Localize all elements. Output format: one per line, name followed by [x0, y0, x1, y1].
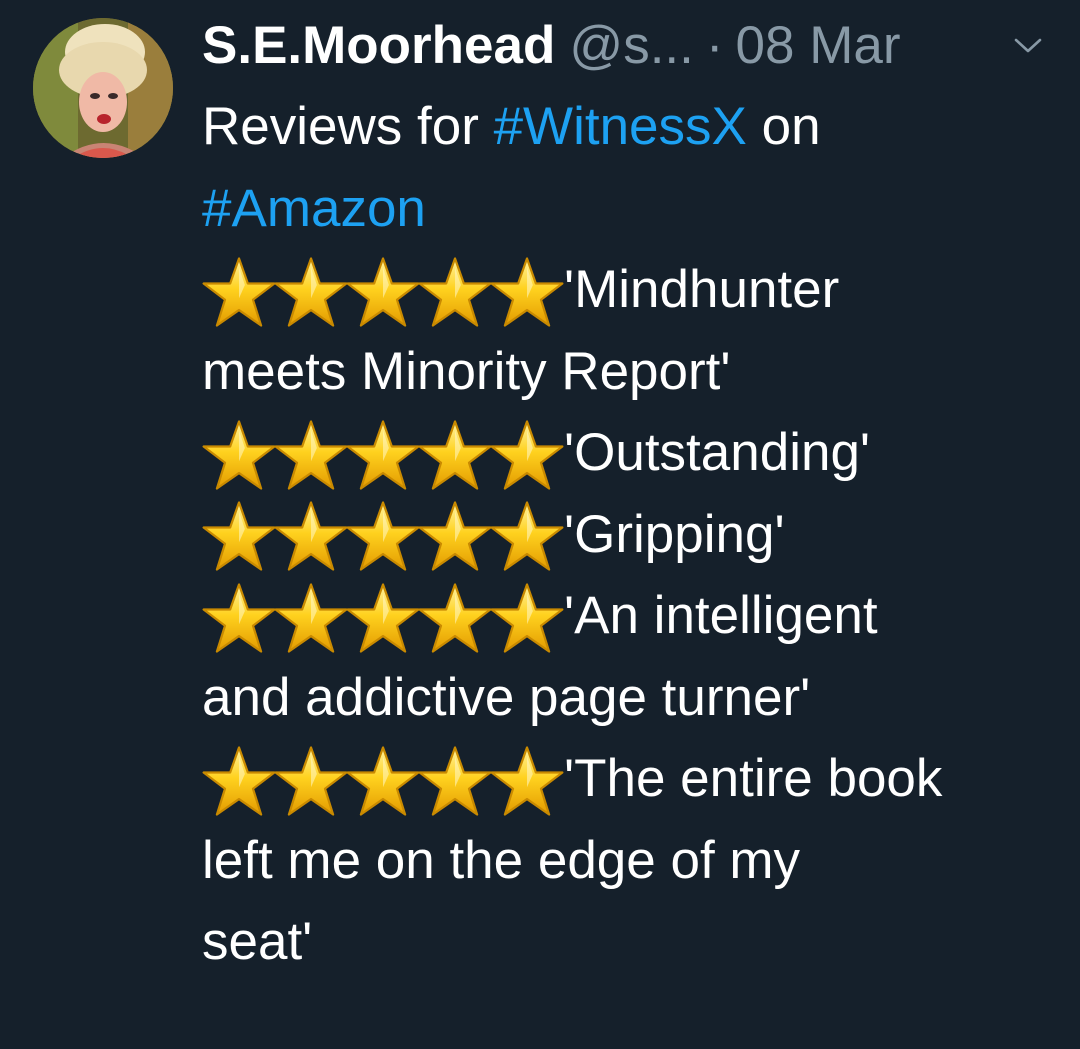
- star-icon: [202, 501, 276, 571]
- review-quote: 'Mindhunter: [564, 260, 840, 319]
- review-quote: 'The entire book: [564, 749, 943, 808]
- review-line: 'Outstanding': [202, 412, 1042, 494]
- star-icon: [346, 583, 420, 653]
- profile-photo-icon: [33, 18, 173, 158]
- star-icon: [274, 257, 348, 327]
- review-line: and addictive page turner': [202, 657, 1042, 739]
- display-name[interactable]: S.E.Moorhead: [202, 14, 555, 78]
- star-icon: [490, 583, 564, 653]
- star-icon: [418, 420, 492, 490]
- star-icon: [202, 746, 276, 816]
- review-quote: left me on the edge of my: [202, 830, 801, 890]
- star-icon: [274, 420, 348, 490]
- star-rating: [202, 257, 562, 327]
- tweet[interactable]: S.E.Moorhead @s... · 08 Mar Reviews for …: [0, 0, 1080, 1049]
- star-icon: [418, 583, 492, 653]
- star-rating: [202, 583, 562, 653]
- tweet-text: Reviews for #WitnessX on #Amazon 'Mindhu…: [202, 86, 1042, 983]
- text-line: #Amazon: [202, 168, 1042, 250]
- star-icon: [418, 501, 492, 571]
- review-quote: 'Outstanding': [564, 423, 871, 482]
- review-line: 'An intelligent: [202, 575, 1042, 657]
- star-icon: [490, 257, 564, 327]
- star-icon: [202, 420, 276, 490]
- text-line: Reviews for #WitnessX on: [202, 86, 1042, 168]
- user-handle[interactable]: @s...: [569, 14, 693, 78]
- star-icon: [346, 257, 420, 327]
- star-icon: [274, 746, 348, 816]
- star-icon: [490, 501, 564, 571]
- tweet-date[interactable]: 08 Mar: [736, 14, 901, 78]
- review-line: left me on the edge of my: [202, 820, 1042, 902]
- hashtag-amazon[interactable]: #Amazon: [202, 168, 426, 250]
- review-line: 'Gripping': [202, 494, 1042, 576]
- star-icon: [490, 420, 564, 490]
- star-icon: [274, 501, 348, 571]
- star-icon: [202, 583, 276, 653]
- review-quote: seat': [202, 912, 313, 971]
- review-line: 'Mindhunter: [202, 249, 1042, 331]
- star-icon: [202, 257, 276, 327]
- review-quote: meets Minority Report': [202, 341, 731, 401]
- intro-text: Reviews for: [202, 97, 494, 156]
- review-line: seat': [202, 901, 1042, 983]
- star-icon: [346, 420, 420, 490]
- star-icon: [418, 257, 492, 327]
- star-icon: [274, 583, 348, 653]
- review-quote: and addictive page turner': [202, 667, 811, 727]
- avatar[interactable]: [33, 18, 173, 158]
- review-line: 'The entire book: [202, 738, 1042, 820]
- tweet-header: S.E.Moorhead @s... · 08 Mar: [202, 14, 900, 78]
- chevron-down-icon[interactable]: [1012, 36, 1044, 56]
- star-icon: [490, 746, 564, 816]
- star-rating: [202, 501, 562, 571]
- star-rating: [202, 746, 562, 816]
- star-icon: [346, 501, 420, 571]
- star-rating: [202, 420, 562, 490]
- separator-dot: ·: [705, 16, 724, 75]
- review-line: meets Minority Report': [202, 331, 1042, 413]
- star-icon: [346, 746, 420, 816]
- hashtag-witnessx[interactable]: #WitnessX: [494, 86, 747, 168]
- intro-tail: on: [746, 97, 821, 156]
- star-icon: [418, 746, 492, 816]
- review-quote: 'Gripping': [564, 504, 785, 564]
- review-quote: 'An intelligent: [564, 586, 878, 645]
